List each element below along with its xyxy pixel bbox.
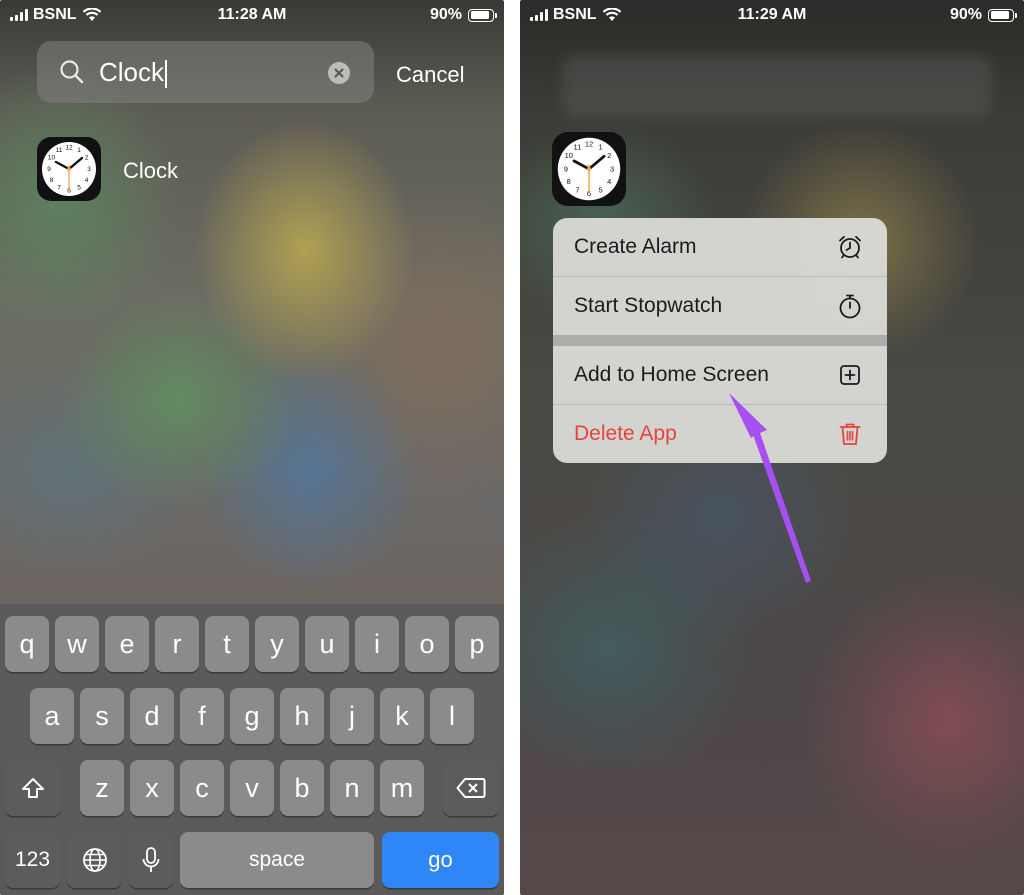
search-field[interactable]: Clock xyxy=(37,41,374,103)
status-bar: BSNL 11:28 AM 90% xyxy=(0,0,504,30)
key-e[interactable]: e xyxy=(105,616,149,672)
microphone-icon xyxy=(142,847,160,872)
annotation-arrow xyxy=(729,393,811,583)
key-s[interactable]: s xyxy=(80,688,124,744)
key-o[interactable]: o xyxy=(405,616,449,672)
key-r[interactable]: r xyxy=(155,616,199,672)
shift-icon xyxy=(22,778,44,798)
key-h[interactable]: h xyxy=(280,688,324,744)
key-q[interactable]: q xyxy=(5,616,49,672)
key-l[interactable]: l xyxy=(430,688,474,744)
key-x[interactable]: x xyxy=(130,760,174,816)
space-key[interactable]: space xyxy=(180,832,374,888)
key-t[interactable]: t xyxy=(205,616,249,672)
search-result-label[interactable]: Clock xyxy=(123,158,178,184)
status-time: 11:28 AM xyxy=(217,6,287,23)
cancel-button[interactable]: Cancel xyxy=(396,62,464,88)
key-g[interactable]: g xyxy=(230,688,274,744)
key-m[interactable]: m xyxy=(380,760,424,816)
battery-percent: 90% xyxy=(429,6,462,23)
battery-icon xyxy=(468,8,497,22)
key-w[interactable]: w xyxy=(55,616,99,672)
go-key[interactable]: go xyxy=(382,832,499,888)
key-j[interactable]: j xyxy=(330,688,374,744)
key-u[interactable]: u xyxy=(305,616,349,672)
keyboard: q w e r t y u i o p a s d f g h j k l z … xyxy=(0,604,504,895)
globe-key[interactable] xyxy=(67,832,122,888)
right-screenshot-context-menu: BSNL 11:29 AM 90% Create Alarm Start Sto… xyxy=(520,0,1024,895)
backspace-icon xyxy=(456,778,486,798)
key-k[interactable]: k xyxy=(380,688,424,744)
backspace-key[interactable] xyxy=(443,760,499,816)
numbers-key[interactable]: 123 xyxy=(5,832,60,888)
search-query[interactable]: Clock xyxy=(99,57,168,89)
key-y[interactable]: y xyxy=(255,616,299,672)
microphone-key[interactable] xyxy=(129,832,173,888)
shift-key[interactable] xyxy=(5,760,61,816)
key-n[interactable]: n xyxy=(330,760,374,816)
key-c[interactable]: c xyxy=(180,760,224,816)
key-i[interactable]: i xyxy=(355,616,399,672)
clear-text-button[interactable] xyxy=(328,62,350,84)
key-z[interactable]: z xyxy=(80,760,124,816)
key-d[interactable]: d xyxy=(130,688,174,744)
search-query-text: Clock xyxy=(99,57,165,87)
text-cursor xyxy=(165,60,168,89)
left-screenshot-search: BSNL 11:28 AM 90% Clock Cancel Clock q w… xyxy=(0,0,504,895)
clock-app-icon[interactable] xyxy=(37,137,101,201)
battery-info: 90% xyxy=(429,6,497,24)
search-icon xyxy=(60,60,84,84)
clear-x-icon xyxy=(334,68,344,78)
key-f[interactable]: f xyxy=(180,688,224,744)
key-a[interactable]: a xyxy=(30,688,74,744)
globe-icon xyxy=(82,848,107,872)
key-b[interactable]: b xyxy=(280,760,324,816)
key-v[interactable]: v xyxy=(230,760,274,816)
key-p[interactable]: p xyxy=(455,616,499,672)
